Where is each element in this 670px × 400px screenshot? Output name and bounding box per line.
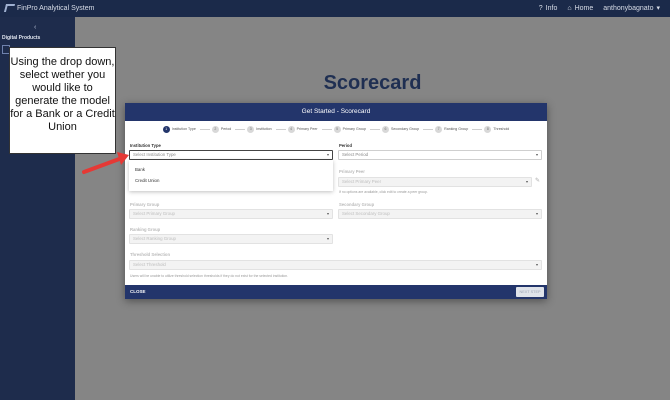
ranking-group-label: Ranking Group	[130, 227, 161, 232]
primary-group-select[interactable]: Select Primary Group ▾	[129, 209, 333, 219]
secondary-group-select[interactable]: Select Secondary Group ▾	[338, 209, 542, 219]
option-credit-union[interactable]: Credit Union	[129, 175, 333, 186]
next-step-button[interactable]: NEXT STEP	[516, 287, 544, 297]
step-number: 4	[287, 125, 295, 133]
step-connector	[199, 128, 210, 130]
caret-down-icon: ▾	[525, 179, 528, 184]
caret-down-icon: ▾	[326, 152, 329, 157]
step-number: 1	[162, 125, 170, 133]
ranking-group-select[interactable]: Select Ranking Group ▾	[129, 234, 333, 244]
app-logo[interactable]: FinPro Analytical System	[3, 4, 95, 12]
step-label: Primary Group	[342, 127, 366, 131]
question-icon: ?	[538, 4, 543, 12]
step-4[interactable]: 4 Primary Peer	[287, 125, 334, 133]
institution-type-select[interactable]: Select Institution Type ▾	[129, 150, 333, 160]
period-select[interactable]: Select Period ▾	[338, 150, 542, 160]
primary-peer-label: Primary Peer	[339, 169, 365, 174]
threshold-label: Threshold Selection	[130, 252, 171, 257]
threshold-select[interactable]: Select Threshold ▾	[129, 260, 542, 270]
get-started-modal: Get Started - Scorecard 1 Institution Typ…	[125, 103, 547, 299]
step-1[interactable]: 1 Institution Type	[162, 125, 212, 133]
option-bank[interactable]: Bank	[129, 164, 333, 175]
caret-down-icon: ▾	[326, 211, 329, 216]
close-button[interactable]: CLOSE	[130, 289, 146, 294]
info-link[interactable]: ? Info	[539, 5, 558, 12]
step-connector	[369, 128, 380, 130]
chevron-left-icon[interactable]: ‹	[34, 24, 36, 31]
primary-peer-hint: If no options are available, click edit …	[339, 190, 428, 194]
primary-peer-select[interactable]: Select Primary Peer ▾	[338, 177, 532, 187]
step-label: Institution Type	[171, 127, 196, 131]
caret-down-icon: ▾	[656, 5, 660, 12]
secondary-group-label: Secondary Group	[339, 202, 375, 207]
step-label: Ranking Group	[444, 127, 469, 131]
caret-down-icon: ▾	[535, 262, 538, 267]
institution-type-dropdown: Bank Credit Union	[129, 160, 333, 191]
caret-down-icon: ▾	[326, 236, 329, 241]
step-2[interactable]: 2 Period	[211, 125, 247, 133]
step-label: Threshold	[493, 127, 510, 131]
threshold-hint: Users will be unable to utilize threshol…	[130, 274, 289, 278]
step-connector	[472, 128, 483, 130]
step-5[interactable]: 5 Primary Group	[333, 125, 382, 133]
finpro-logo-icon	[3, 4, 16, 12]
institution-type-label: Institution Type	[130, 143, 161, 148]
step-label: Period	[220, 127, 232, 131]
step-number: 8	[484, 125, 492, 133]
home-link[interactable]: ⌂ Home	[567, 5, 593, 12]
step-6[interactable]: 6 Secondary Group	[381, 125, 435, 133]
pointer-arrow-icon	[82, 152, 129, 174]
user-menu[interactable]: anthonybagnato ▾	[603, 4, 660, 13]
caret-down-icon: ▾	[535, 211, 538, 216]
sidebar-section-title: Digital Products	[2, 35, 41, 41]
app-title: FinPro Analytical System	[17, 4, 95, 12]
step-number: 2	[211, 125, 219, 133]
step-label: Primary Peer	[296, 127, 318, 131]
step-label: Institution	[256, 127, 272, 131]
instruction-callout: Using the drop down, select wether you w…	[9, 47, 116, 154]
step-connector	[423, 128, 434, 130]
step-connector	[275, 128, 286, 130]
step-number: 3	[247, 125, 255, 133]
step-number: 6	[381, 125, 389, 133]
step-connector	[235, 128, 246, 130]
step-connector	[321, 128, 332, 130]
step-label: Secondary Group	[390, 127, 420, 131]
stepper: 1 Institution Type 2 Period 3 Institution 4 Pri…	[125, 124, 547, 134]
step-8[interactable]: 8 Threshold	[484, 125, 510, 133]
period-label: Period	[339, 143, 353, 148]
modal-footer: CLOSE NEXT STEP	[125, 285, 547, 299]
page-title: Scorecard	[323, 72, 422, 94]
step-3[interactable]: 3 Institution	[247, 125, 287, 133]
step-number: 7	[435, 125, 443, 133]
home-icon: ⌂	[567, 4, 572, 12]
primary-group-label: Primary Group	[130, 202, 160, 207]
top-bar: FinPro Analytical System ? Info ⌂ Home ant…	[0, 0, 670, 17]
step-7[interactable]: 7 Ranking Group	[435, 125, 484, 133]
modal-title: Get Started - Scorecard	[125, 103, 547, 121]
edit-pencil-icon[interactable]: ✎	[535, 177, 540, 184]
step-number: 5	[333, 125, 341, 133]
caret-down-icon: ▾	[535, 152, 538, 157]
